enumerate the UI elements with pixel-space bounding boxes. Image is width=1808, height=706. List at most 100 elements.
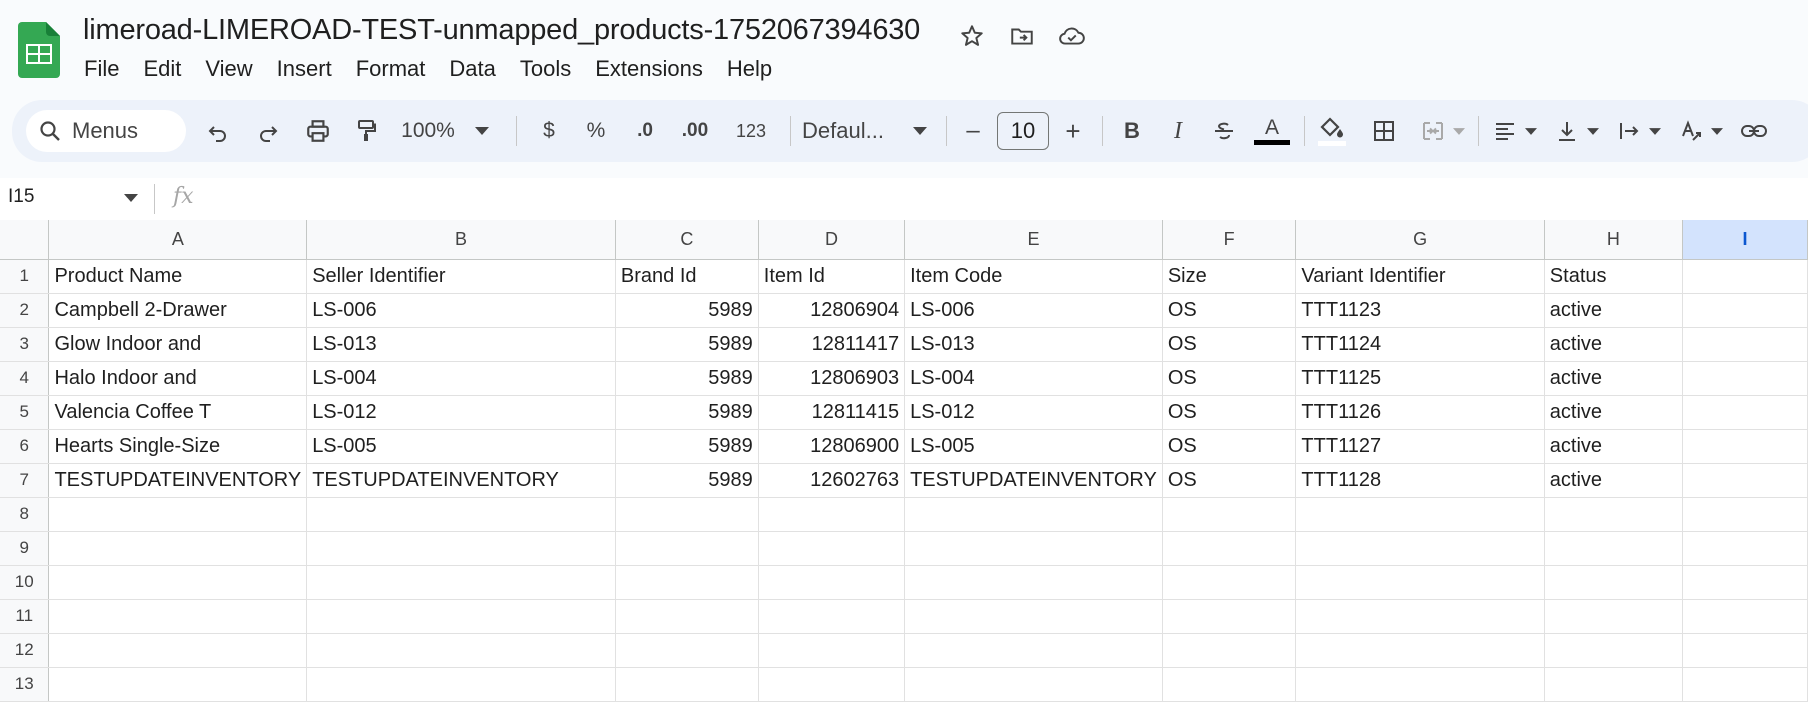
cell[interactable]: 5989 [615,293,759,328]
cell[interactable]: LS-005 [306,429,616,464]
cell[interactable] [1544,599,1683,634]
strikethrough-icon[interactable] [1206,112,1242,150]
cell[interactable]: OS [1162,327,1297,362]
menu-tools[interactable]: Tools [508,54,583,84]
column-header-e[interactable]: E [904,220,1163,260]
menu-insert[interactable]: Insert [265,54,344,84]
cell[interactable]: 5989 [615,361,759,396]
horizontal-align-icon[interactable] [1488,112,1522,150]
move-to-folder-icon[interactable] [1004,18,1040,54]
cell[interactable] [1682,327,1808,362]
cell[interactable]: 5989 [615,327,759,362]
cell[interactable]: LS-013 [904,327,1163,362]
cell[interactable] [48,531,308,566]
column-header-d[interactable]: D [758,220,906,260]
cell[interactable] [904,599,1163,634]
cell[interactable] [1162,565,1297,600]
menu-format[interactable]: Format [344,54,438,84]
cell[interactable] [306,497,616,532]
cell[interactable]: Status [1544,259,1683,294]
row-header[interactable]: 2 [0,293,50,328]
cell[interactable] [1682,667,1808,702]
cell[interactable] [1162,667,1297,702]
cell[interactable]: TESTUPDATEINVENTORY [306,463,616,498]
cell[interactable] [1682,395,1808,430]
cell[interactable]: LS-013 [306,327,616,362]
merge-cells-icon[interactable] [1416,112,1450,150]
menu-help[interactable]: Help [715,54,784,84]
column-header-b[interactable]: B [306,220,616,260]
cell[interactable]: LS-004 [904,361,1163,396]
cell[interactable] [1682,497,1808,532]
cell[interactable]: Variant Identifier [1295,259,1545,294]
menus-search[interactable]: Menus [26,110,186,152]
cell[interactable]: Halo Indoor and [48,361,308,396]
percent-format-button[interactable]: % [578,112,614,150]
star-icon[interactable] [954,18,990,54]
merge-chevron-down-icon[interactable] [1450,112,1468,150]
font-chevron-down-icon[interactable] [908,112,932,150]
cell[interactable]: OS [1162,293,1297,328]
cell[interactable]: Item Id [758,259,906,294]
menu-view[interactable]: View [193,54,264,84]
cell[interactable]: LS-012 [904,395,1163,430]
cell[interactable]: 12602763 [758,463,906,498]
cell[interactable] [306,599,616,634]
cell[interactable]: LS-006 [306,293,616,328]
cell[interactable] [615,531,759,566]
cell[interactable] [904,565,1163,600]
cell[interactable] [48,633,308,668]
cell[interactable]: Brand Id [615,259,759,294]
italic-button[interactable]: I [1160,112,1196,150]
menu-extensions[interactable]: Extensions [583,54,715,84]
cell[interactable]: Item Code [904,259,1163,294]
cell[interactable]: active [1544,395,1683,430]
cell[interactable]: OS [1162,361,1297,396]
cell[interactable] [1544,633,1683,668]
cell[interactable] [1295,599,1545,634]
cell[interactable] [1162,497,1297,532]
cell[interactable] [758,667,906,702]
increase-decimal-button[interactable]: .00 [672,112,718,150]
sheets-logo-icon[interactable] [18,22,60,78]
cell[interactable] [48,565,308,600]
cell[interactable] [1162,531,1297,566]
currency-format-button[interactable]: $ [532,112,566,150]
cell[interactable] [1295,633,1545,668]
cell[interactable] [1682,259,1808,294]
column-header-g[interactable]: G [1295,220,1545,260]
cell[interactable]: TTT1125 [1295,361,1545,396]
cell[interactable]: LS-004 [306,361,616,396]
row-header[interactable]: 8 [0,497,50,532]
font-select[interactable]: Defaul... [802,112,902,150]
cell[interactable]: TTT1126 [1295,395,1545,430]
horizontal-align-chevron-down-icon[interactable] [1522,112,1540,150]
cell[interactable]: 12806904 [758,293,906,328]
bold-button[interactable]: B [1114,112,1150,150]
cell[interactable]: active [1544,463,1683,498]
cell[interactable]: active [1544,293,1683,328]
row-header[interactable]: 3 [0,327,50,362]
cell[interactable] [904,633,1163,668]
cell[interactable] [758,633,906,668]
text-wrapping-icon[interactable] [1612,112,1646,150]
cloud-saved-icon[interactable] [1054,18,1090,54]
name-box[interactable]: I15 [8,186,34,208]
cell[interactable] [758,565,906,600]
cell[interactable] [306,633,616,668]
cell[interactable]: OS [1162,429,1297,464]
cell[interactable] [1682,599,1808,634]
row-header[interactable]: 9 [0,531,50,566]
column-header-a[interactable]: A [48,220,308,260]
cell[interactable]: LS-005 [904,429,1163,464]
cell[interactable]: Hearts Single-Size [48,429,308,464]
cell[interactable] [1544,565,1683,600]
cell[interactable]: 5989 [615,429,759,464]
cell[interactable]: 12806900 [758,429,906,464]
cell[interactable] [306,531,616,566]
cell[interactable]: TTT1127 [1295,429,1545,464]
cell[interactable] [904,531,1163,566]
redo-icon[interactable] [248,112,288,150]
column-header-i[interactable]: I [1682,220,1808,260]
paint-format-icon[interactable] [346,112,386,150]
